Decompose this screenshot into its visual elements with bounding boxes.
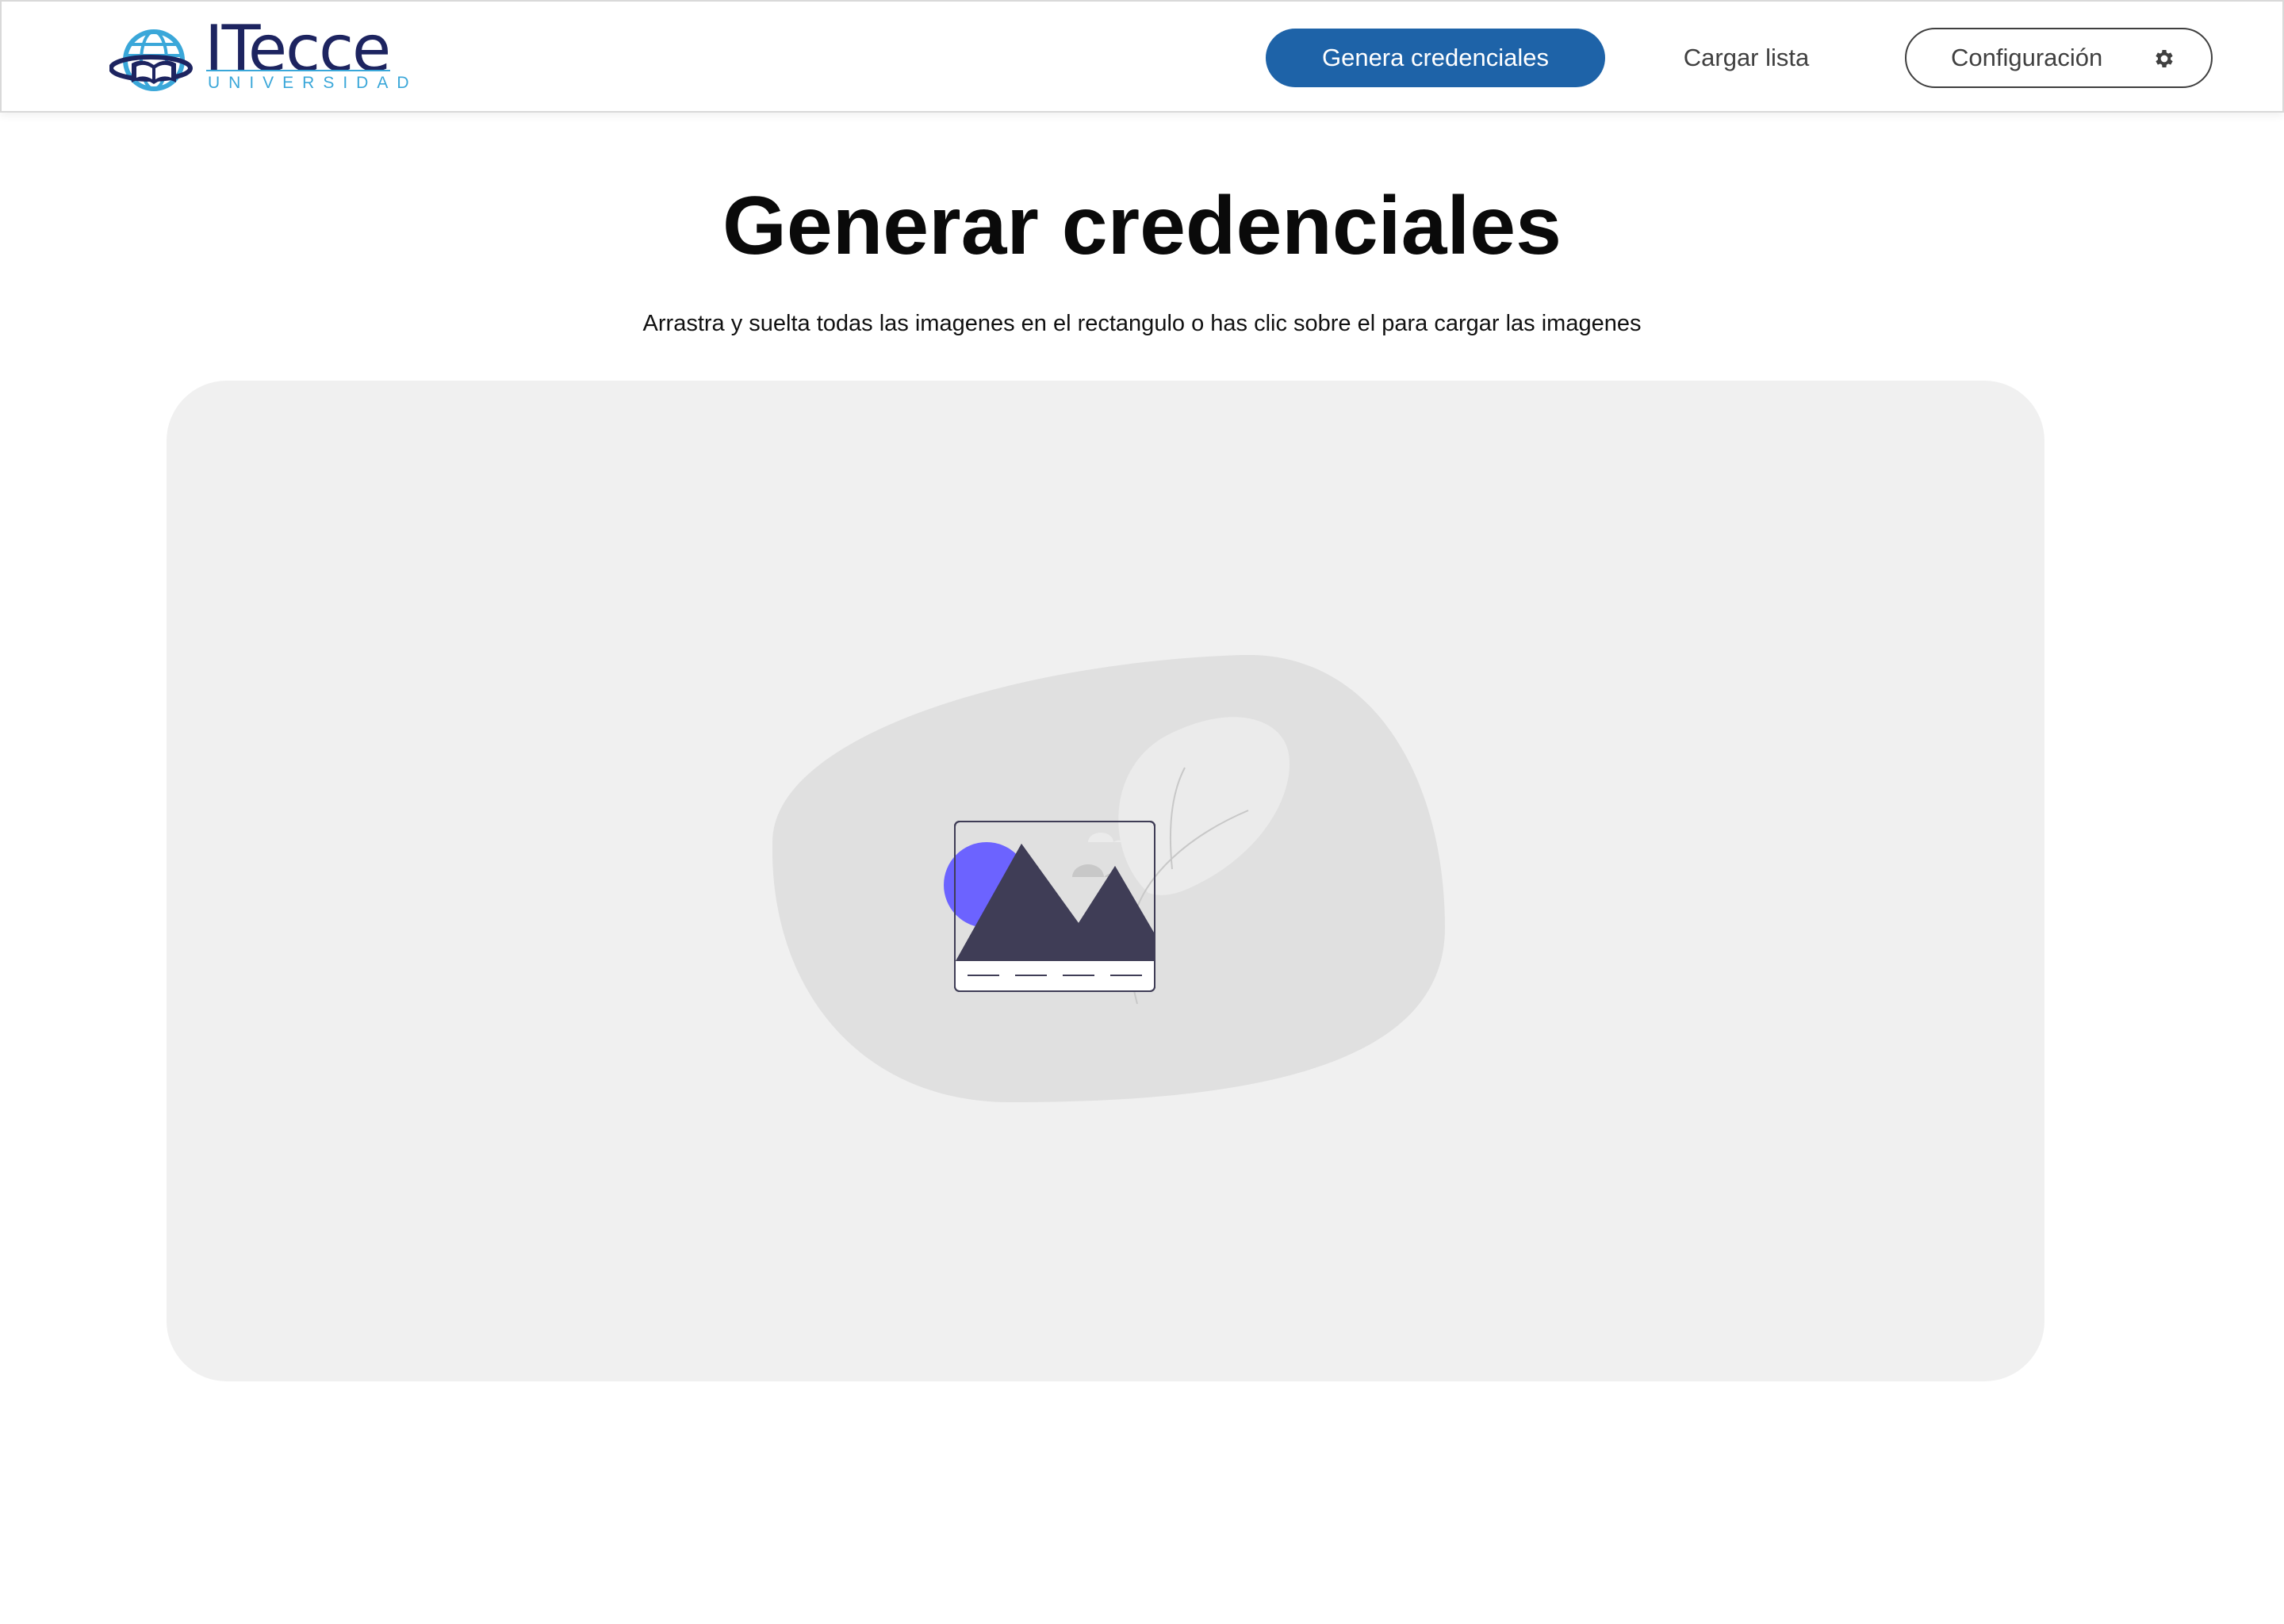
image-upload-illustration [772, 655, 1445, 1102]
brand-divider [206, 70, 390, 71]
image-dropzone[interactable] [167, 381, 2044, 1381]
genera-credenciales-button[interactable]: Genera credenciales [1266, 29, 1605, 87]
upload-instructions: Arrastra y suelta todas las imagenes en … [642, 311, 1642, 336]
cargar-lista-link[interactable]: Cargar lista [1659, 29, 1834, 87]
page-title: Generar credenciales [722, 180, 1562, 272]
brand-wordmark: ITecce [205, 12, 391, 86]
top-navbar: ITecce UNIVERSIDAD Genera credenciales C… [0, 0, 2284, 113]
configuracion-button[interactable]: Configuración [1905, 28, 2213, 88]
gear-icon [2156, 50, 2173, 67]
brand-logo[interactable]: ITecce UNIVERSIDAD [109, 17, 409, 95]
globe-book-logo-icon [109, 29, 193, 91]
brand-subtitle: UNIVERSIDAD [208, 74, 418, 92]
configuracion-label: Configuración [1951, 44, 2103, 71]
